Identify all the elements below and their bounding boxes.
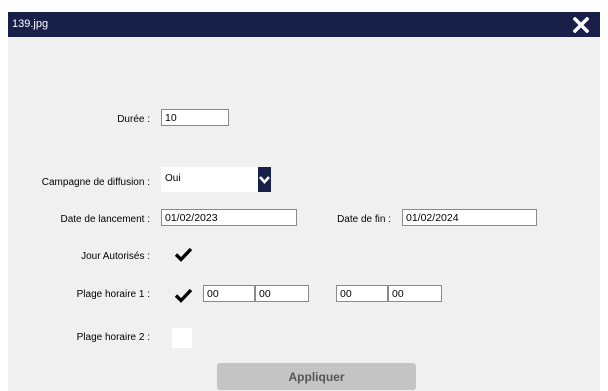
title-bar: 139.jpg bbox=[8, 12, 600, 37]
close-icon bbox=[573, 16, 589, 33]
date-lancement-label: Date de lancement : bbox=[60, 214, 151, 225]
dialog: 139.jpg Durée : 10 Campagne de diffusion… bbox=[8, 12, 600, 391]
jour-autorises-label: Jour Autorisés : bbox=[81, 251, 150, 262]
duree-label: Durée : bbox=[117, 114, 150, 125]
plage1-checkbox[interactable] bbox=[172, 285, 194, 305]
date-fin-input[interactable]: 01/02/2024 bbox=[402, 209, 537, 226]
date-fin-label: Date de fin : bbox=[337, 214, 391, 225]
chevron-down-icon[interactable] bbox=[258, 167, 271, 192]
jour-autorises-checkbox[interactable] bbox=[172, 244, 194, 264]
campagne-label: Campagne de diffusion : bbox=[41, 177, 150, 188]
plage1-start-hour[interactable]: 00 bbox=[203, 285, 255, 302]
window-title: 139.jpg bbox=[12, 18, 49, 30]
plage2-label: Plage horaire 2 : bbox=[76, 332, 150, 343]
plage1-end-hour[interactable]: 00 bbox=[336, 285, 388, 302]
plage2-checkbox[interactable] bbox=[172, 328, 192, 348]
checkmark-icon bbox=[174, 288, 192, 303]
campagne-value: Oui bbox=[165, 173, 181, 184]
duree-input[interactable]: 10 bbox=[161, 109, 229, 126]
plage1-start-minute[interactable]: 00 bbox=[255, 285, 309, 302]
close-button[interactable] bbox=[570, 12, 592, 37]
campagne-select[interactable]: Oui bbox=[161, 167, 271, 192]
plage1-end-minute[interactable]: 00 bbox=[388, 285, 442, 302]
date-lancement-input[interactable]: 01/02/2023 bbox=[161, 209, 297, 226]
apply-button[interactable]: Appliquer bbox=[217, 363, 416, 390]
plage1-label: Plage horaire 1 : bbox=[76, 289, 150, 300]
checkmark-icon bbox=[174, 247, 192, 262]
